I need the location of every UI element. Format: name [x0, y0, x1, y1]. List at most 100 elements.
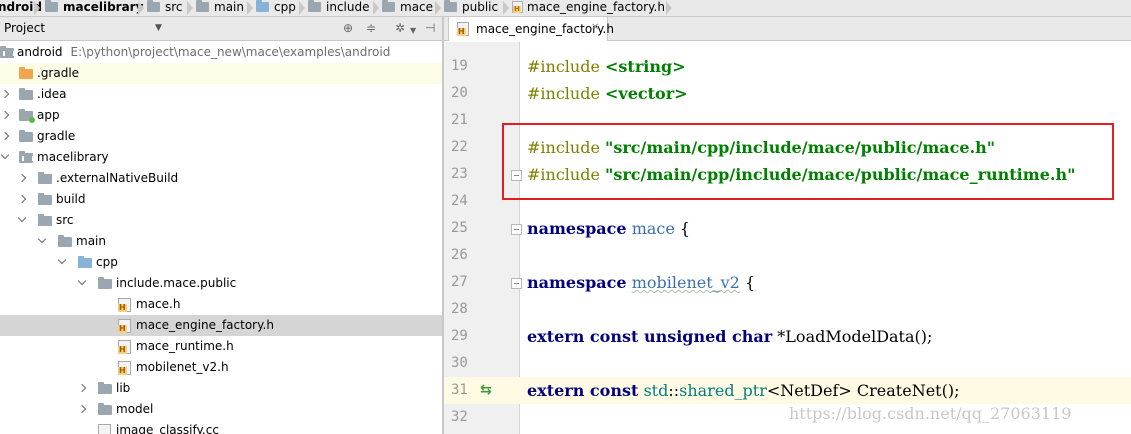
breadcrumb-item-macelibrary[interactable]: macelibrary: [45, 0, 144, 16]
tree-item-android[interactable]: android E:\python\project\mace_new\mace\e…: [0, 42, 442, 63]
line-number: 24: [451, 193, 468, 209]
tree-item-mobilenet-v2-h[interactable]: mobilenet_v2.h: [0, 357, 442, 378]
chevron-down-icon[interactable]: [57, 255, 67, 265]
folder-icon: [308, 0, 321, 12]
code-line: 19 #include <string>: [444, 53, 1131, 80]
tree-item-mace-h[interactable]: mace.h: [0, 294, 442, 315]
gear-icon[interactable]: ✲: [395, 22, 405, 34]
header-file-icon: [118, 319, 131, 333]
chevron-down-icon[interactable]: [17, 213, 27, 223]
folder-icon: [19, 88, 33, 100]
line-number: 25: [451, 220, 468, 236]
folder-icon: [256, 0, 269, 12]
chevron-right-icon[interactable]: [77, 404, 87, 414]
code-line: 26: [444, 242, 1131, 269]
tree-item-label: app: [37, 108, 60, 122]
breadcrumb-item-include[interactable]: include: [308, 0, 369, 16]
tree-item-model[interactable]: model: [0, 399, 442, 420]
line-number: 26: [451, 247, 468, 263]
code-text: namespace mace {: [527, 219, 691, 238]
breadcrumb-item-mace[interactable]: mace: [382, 0, 434, 16]
tab-mace-engine-factory-h[interactable]: mace_engine_factory.h ✕: [448, 17, 614, 41]
locate-target-icon[interactable]: ⊕: [343, 22, 353, 34]
tree-item-macelibrary[interactable]: macelibrary: [0, 147, 442, 168]
breadcrumb-separator: [373, 0, 379, 16]
breadcrumb-item-src[interactable]: src: [147, 0, 183, 16]
fold-marker-icon[interactable]: [511, 278, 522, 289]
chevron-down-icon[interactable]: [77, 276, 87, 286]
tree-item-mace-runtime-h[interactable]: mace_runtime.h: [0, 336, 442, 357]
tree-item-mace-engine-factory-h[interactable]: mace_engine_factory.h: [0, 315, 442, 336]
tree-item-build[interactable]: build: [0, 189, 442, 210]
tree-item-lib[interactable]: lib: [0, 378, 442, 399]
breadcrumb-label: cpp: [274, 0, 296, 14]
collapse-all-icon[interactable]: ≑: [366, 22, 376, 34]
folder-icon: [196, 0, 209, 12]
breadcrumb-item-main[interactable]: main: [196, 0, 244, 16]
tree-item-idea[interactable]: .idea: [0, 84, 442, 105]
line-number: 32: [451, 409, 468, 425]
chevron-right-icon[interactable]: [0, 131, 10, 141]
chevron-right-icon[interactable]: [0, 89, 10, 99]
chevron-down-icon[interactable]: [0, 150, 10, 160]
tree-item-include-mace-public[interactable]: include.mace.public: [0, 273, 442, 294]
tree-item-gradle[interactable]: gradle: [0, 126, 442, 147]
tree-item-main[interactable]: main: [0, 231, 442, 252]
tree-item-image-classify-cc[interactable]: image_classify.cc: [0, 420, 442, 434]
tree-item-label: mace_runtime.h: [136, 339, 234, 353]
folder-icon: [98, 382, 112, 394]
breadcrumb: ndroid macelibrary src main cpp include …: [0, 0, 1131, 17]
chevron-down-icon[interactable]: [37, 234, 47, 244]
line-number: 20: [451, 85, 468, 101]
line-number: 22: [451, 139, 468, 155]
breadcrumb-item-file[interactable]: mace_engine_factory.h: [512, 0, 665, 16]
tree-item-label: .externalNativeBuild: [56, 171, 179, 185]
chevron-down-icon[interactable]: ▼: [155, 23, 162, 33]
tree-item-label: gradle: [37, 129, 76, 143]
header-file-icon: [512, 1, 523, 13]
line-number: 21: [451, 112, 468, 128]
folder-icon: [38, 214, 52, 226]
folder-icon: [19, 67, 33, 79]
chevron-right-icon[interactable]: [77, 383, 87, 393]
chevron-right-icon[interactable]: [17, 194, 27, 204]
fold-marker-icon[interactable]: [511, 224, 522, 235]
gear-dropdown-icon[interactable]: ▼: [410, 25, 416, 37]
breadcrumb-label: src: [165, 0, 183, 14]
tree-item-externalnativebuild[interactable]: .externalNativeBuild: [0, 168, 442, 189]
folder-icon: [147, 0, 160, 12]
tree-item-label: .idea: [37, 87, 67, 101]
project-panel-header: Project ▼ ⊕ ≑ ✲ ▼ ⊣: [0, 17, 442, 41]
breadcrumb-item-cpp[interactable]: cpp: [256, 0, 296, 16]
tree-item-gradle-cache[interactable]: .gradle: [0, 63, 442, 84]
chevron-right-icon[interactable]: [17, 173, 27, 183]
tree-item-src[interactable]: src: [0, 210, 442, 231]
code-line: 29 extern const unsigned char *LoadModel…: [444, 323, 1131, 350]
line-number: 28: [451, 301, 468, 317]
related-symbol-navigate-icon[interactable]: ⇆: [480, 383, 492, 397]
tree-item-label: mace_engine_factory.h: [136, 318, 274, 332]
close-icon[interactable]: ✕: [591, 22, 599, 33]
code-editor[interactable]: 19 #include <string> 20 #include <vector…: [444, 42, 1131, 434]
breadcrumb-label: mace_engine_factory.h: [527, 0, 665, 14]
tree-item-label: mobilenet_v2.h: [136, 360, 229, 374]
breadcrumb-label: macelibrary: [63, 0, 144, 14]
line-number: 29: [451, 328, 468, 344]
hide-panel-icon[interactable]: ⊣: [425, 22, 435, 34]
module-folder-icon: [45, 0, 58, 12]
folder-icon: [38, 172, 52, 184]
tree-item-cpp[interactable]: cpp: [0, 252, 442, 273]
line-number: 30: [451, 355, 468, 371]
header-file-icon: [118, 298, 131, 312]
folder-icon: [382, 0, 395, 12]
breadcrumb-label: mace: [400, 0, 434, 14]
project-view-selector[interactable]: Project: [4, 21, 45, 35]
tree-item-app[interactable]: app: [0, 105, 442, 126]
breadcrumb-separator: [187, 0, 193, 16]
line-number: 27: [451, 274, 468, 290]
tree-item-label: macelibrary: [37, 150, 109, 164]
chevron-right-icon[interactable]: [0, 110, 10, 120]
folder-icon: [444, 0, 457, 12]
breadcrumb-item-public[interactable]: public: [444, 0, 498, 16]
folder-icon: [19, 130, 33, 142]
